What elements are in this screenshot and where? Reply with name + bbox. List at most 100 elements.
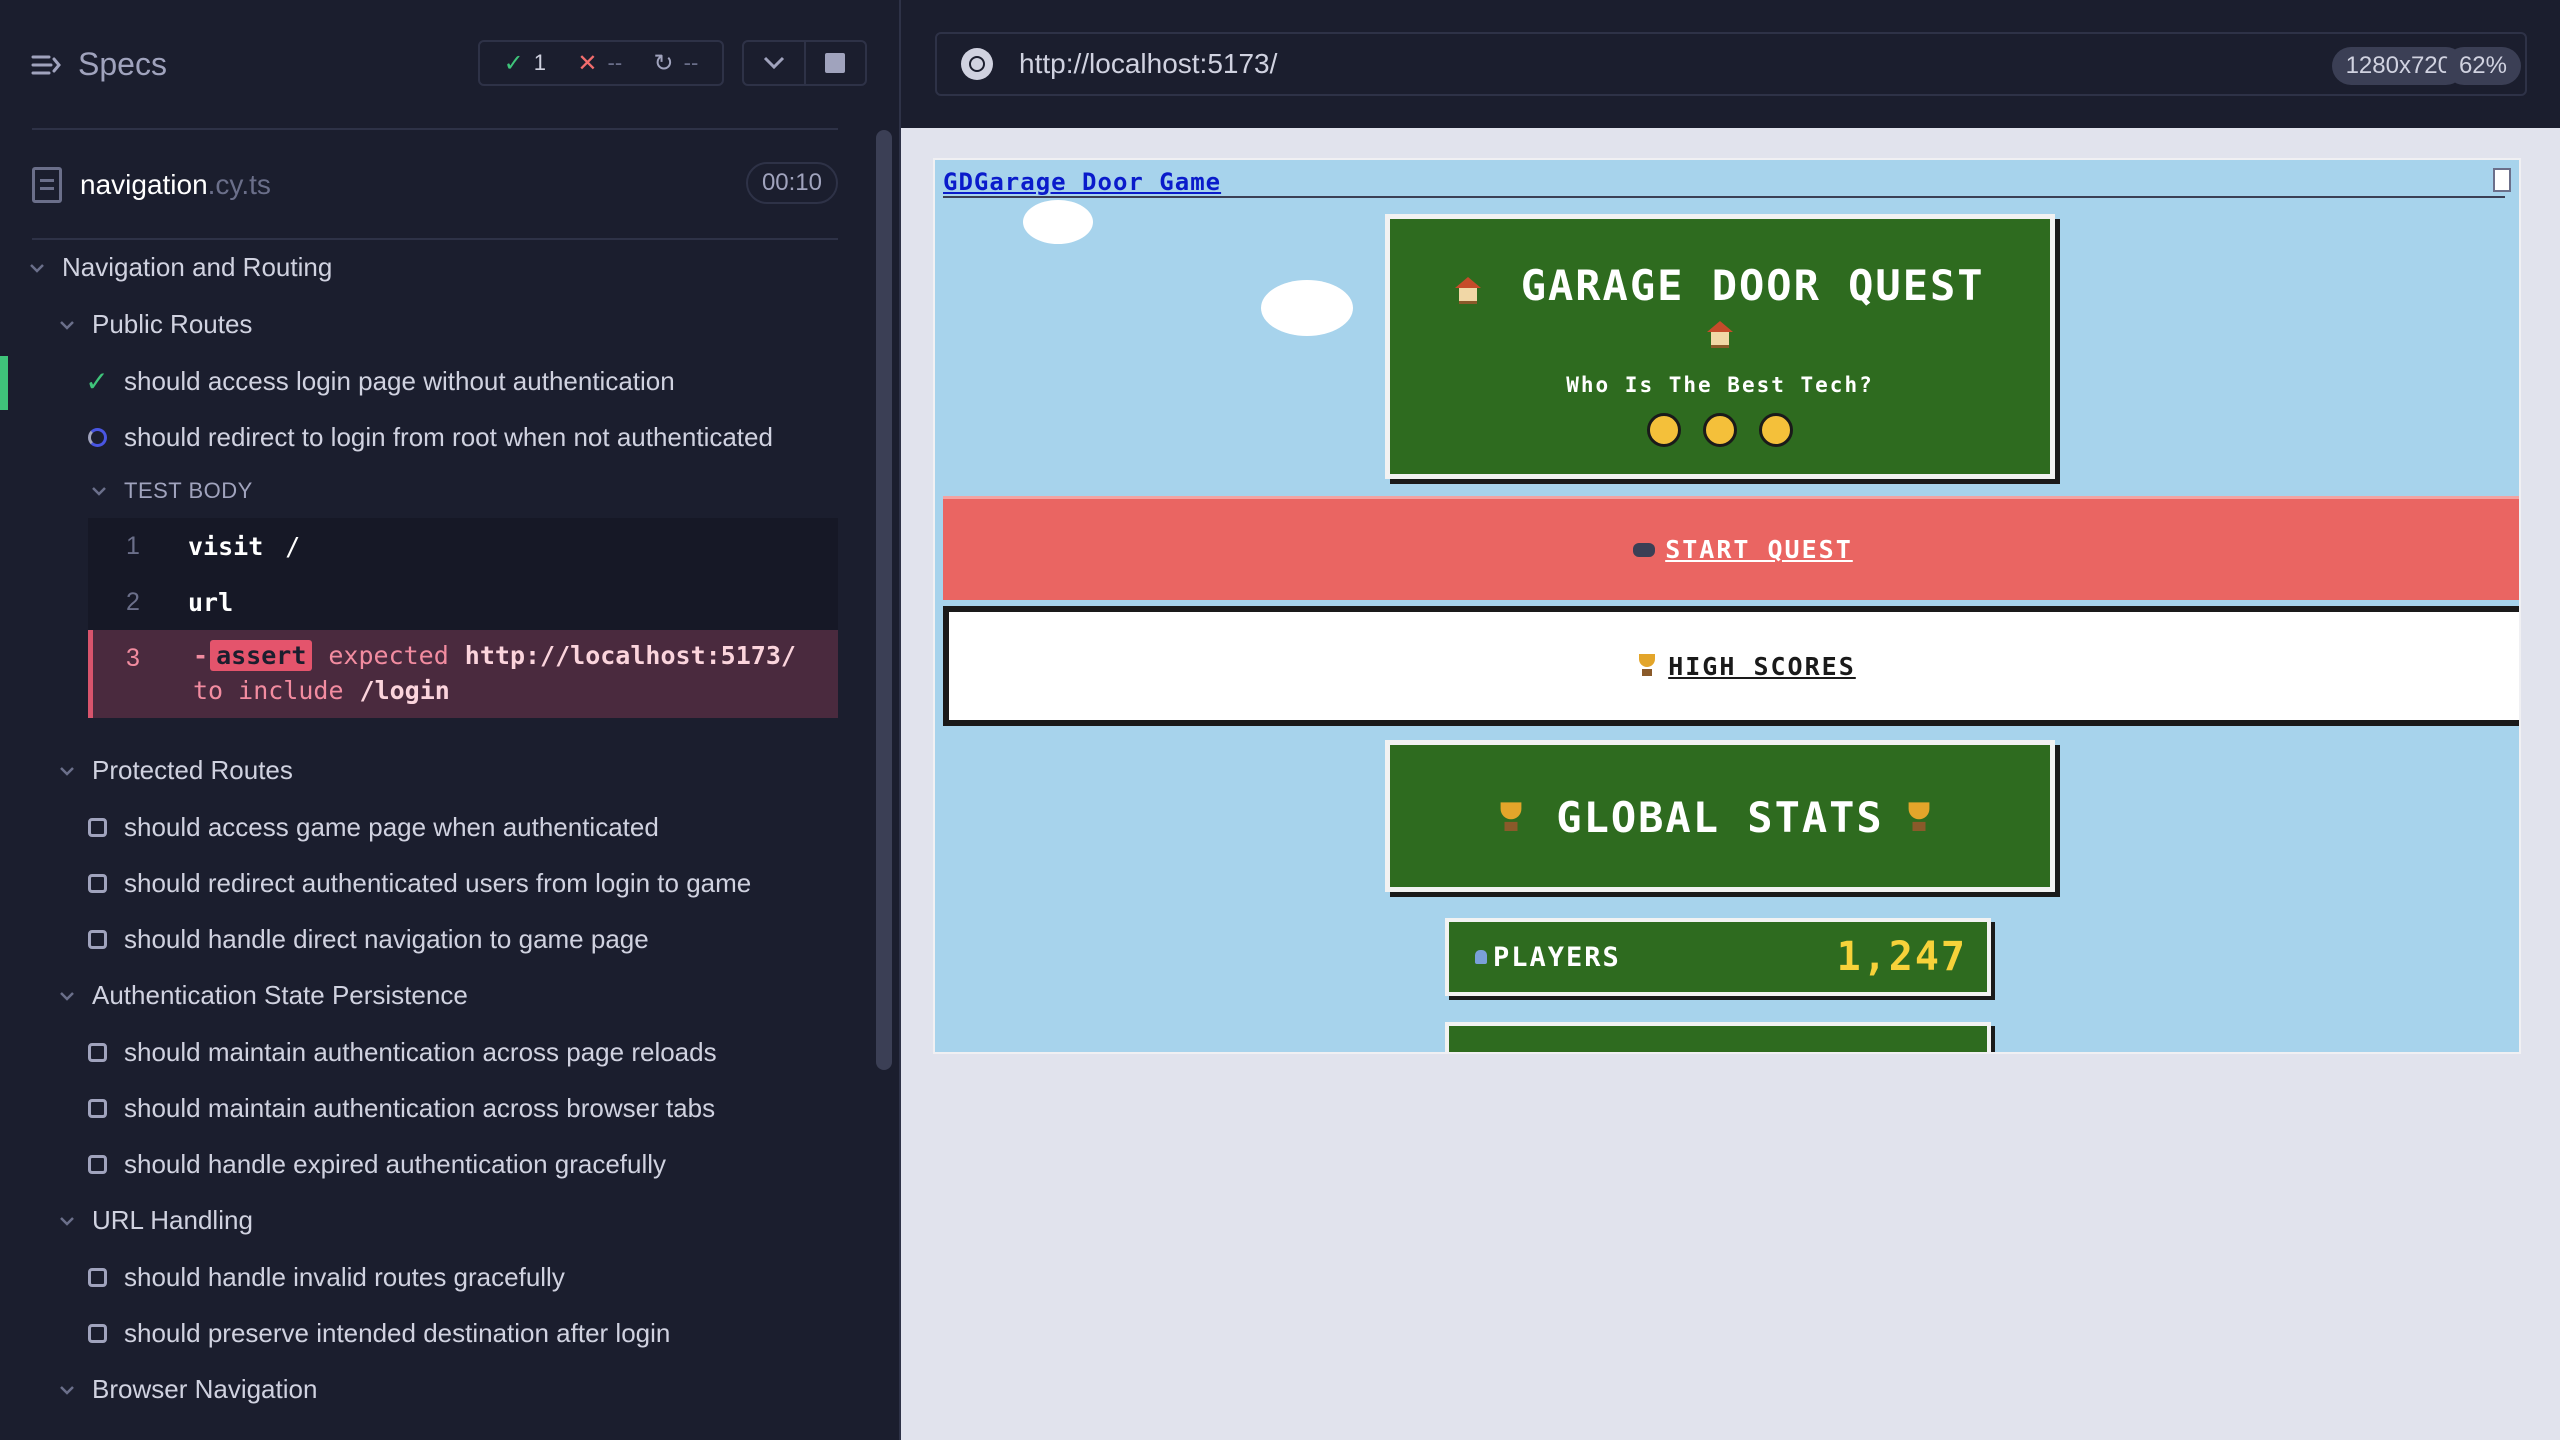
spec-file-ext: .cy.ts	[207, 169, 271, 200]
spec-duration: 00:10	[745, 162, 838, 204]
coin-icon	[1703, 413, 1737, 447]
global-stats-title: GLOBAL STATS	[1390, 793, 2050, 842]
assert-url: http://localhost:5173/	[464, 641, 796, 670]
chevron-down-icon	[58, 1381, 76, 1399]
suite-title: Navigation and Routing	[62, 252, 333, 282]
failed-count: ✕ --	[577, 49, 623, 77]
chevron-down-icon	[58, 1212, 76, 1230]
spinner-icon	[86, 427, 108, 449]
app-viewport: GDGarage Door Game GARAGE DOOR QUEST Who…	[933, 158, 2521, 1054]
site-header-rule	[943, 196, 2505, 198]
globe-icon	[961, 48, 993, 80]
test-redirect-authenticated[interactable]: should redirect authenticated users from…	[86, 868, 751, 899]
site-header-link[interactable]: GDGarage Door Game	[943, 168, 1221, 196]
cloud-decoration	[1023, 200, 1093, 244]
stop-button[interactable]	[806, 42, 866, 84]
test-body-label: TEST BODY	[124, 478, 253, 503]
group-public-routes[interactable]: Public Routes	[58, 309, 252, 340]
url-text: http://localhost:5173/	[1019, 48, 1278, 79]
command-row[interactable]: 1 visit /	[88, 518, 838, 574]
game-title: GARAGE DOOR QUEST	[1390, 261, 2050, 310]
command-number: 2	[126, 587, 140, 616]
test-title: should handle direct navigation to game …	[124, 924, 649, 954]
test-persist-reloads[interactable]: should maintain authentication across pa…	[86, 1037, 717, 1068]
test-redirect-root[interactable]: should redirect to login from root when …	[86, 422, 773, 453]
url-bar-area: http://localhost:5173/ 1280x720 62%	[901, 0, 2560, 128]
zoom-badge[interactable]: 62%	[2444, 47, 2521, 85]
coin-icon	[1759, 413, 1793, 447]
test-persist-tabs[interactable]: should maintain authentication across br…	[86, 1093, 715, 1124]
group-title: Authentication State Persistence	[92, 980, 468, 1010]
chevron-down-icon	[58, 762, 76, 780]
group-url-handling[interactable]: URL Handling	[58, 1205, 253, 1236]
command-name: visit	[188, 531, 264, 561]
test-expired-auth[interactable]: should handle expired authentication gra…	[86, 1149, 666, 1180]
reporter-scrollbar[interactable]	[876, 130, 892, 1070]
group-title: Public Routes	[92, 309, 253, 339]
command-arg: /	[285, 531, 301, 561]
assert-badge: assert	[210, 640, 313, 671]
test-stats: ✓ 1 ✕ -- ↻ --	[478, 40, 724, 86]
test-access-login[interactable]: ✓ should access login page without authe…	[85, 366, 675, 397]
players-stat-card: PLAYERS 1,247	[1445, 918, 1991, 996]
high-scores-button[interactable]: HIGH SCORES	[943, 606, 2519, 726]
command-name: url	[188, 587, 234, 617]
test-title: should redirect to login from root when …	[124, 422, 773, 452]
group-browser-navigation[interactable]: Browser Navigation	[58, 1374, 317, 1405]
test-preserve-destination[interactable]: should preserve intended destination aft…	[86, 1318, 670, 1349]
command-row[interactable]: 2 url	[88, 574, 838, 630]
test-title: should handle expired authentication gra…	[124, 1149, 667, 1179]
chevron-down-icon	[58, 987, 76, 1005]
trophy-icon	[1497, 801, 1526, 833]
group-protected-routes[interactable]: Protected Routes	[58, 755, 293, 786]
specs-toggle[interactable]: Specs	[30, 46, 167, 83]
assert-to-include: to include	[193, 676, 344, 705]
reporter-panel: Specs ✓ 1 ✕ -- ↻ -- navigation .cy.ts 00…	[0, 0, 899, 1440]
specs-label: Specs	[78, 46, 167, 82]
checkbox-icon	[86, 1323, 108, 1345]
test-body-toggle[interactable]: TEST BODY	[90, 478, 253, 504]
cloud-decoration	[1261, 280, 1353, 336]
test-title: should maintain authentication across pa…	[124, 1037, 717, 1067]
reporter-header: Specs ✓ 1 ✕ -- ↻ --	[0, 0, 899, 130]
url-bar[interactable]: http://localhost:5173/ 1280x720 62%	[935, 32, 2527, 96]
broken-image-icon	[2493, 168, 2511, 192]
document-icon	[32, 167, 62, 203]
test-title: should redirect authenticated users from…	[124, 868, 752, 898]
house-icon	[1455, 276, 1482, 304]
group-auth-persistence[interactable]: Authentication State Persistence	[58, 980, 468, 1011]
command-log: 1 visit / 2 url	[88, 518, 838, 630]
game-subtitle: Who Is The Best Tech?	[1566, 373, 1874, 397]
passed-count: ✓ 1	[503, 49, 547, 77]
house-icon	[1707, 321, 1733, 348]
test-title: should access login page without authent…	[124, 366, 675, 396]
test-title: should maintain authentication across br…	[124, 1093, 716, 1123]
spec-file-row[interactable]: navigation .cy.ts 00:10	[32, 162, 838, 208]
test-access-game[interactable]: should access game page when authenticat…	[86, 812, 659, 843]
checkbox-icon	[86, 1154, 108, 1176]
trophy-icon	[1636, 654, 1658, 678]
group-title: Protected Routes	[92, 755, 293, 785]
expand-toggle-button[interactable]	[744, 42, 806, 84]
group-title: URL Handling	[92, 1205, 253, 1235]
test-invalid-routes[interactable]: should handle invalid routes gracefully	[86, 1262, 565, 1293]
chevron-down-icon	[28, 259, 46, 277]
pass-indicator	[0, 356, 8, 410]
checkbox-icon	[86, 817, 108, 839]
specs-menu-icon	[31, 55, 61, 74]
players-label: PLAYERS	[1475, 942, 1621, 973]
checkbox-icon	[86, 1098, 108, 1120]
chevron-down-icon	[58, 316, 76, 334]
start-quest-button[interactable]: START QUEST	[943, 496, 2519, 600]
test-direct-navigation[interactable]: should handle direct navigation to game …	[86, 924, 649, 955]
pending-count: ↻ --	[653, 49, 699, 77]
test-title: should access game page when authenticat…	[124, 812, 659, 842]
checkbox-icon	[86, 1042, 108, 1064]
suite-navigation-routing[interactable]: Navigation and Routing	[28, 252, 332, 283]
failed-assert-row[interactable]: 3 - assert expected http://localhost:517…	[88, 630, 838, 718]
command-number: 3	[126, 644, 140, 672]
trophy-icon	[1904, 801, 1933, 833]
coin-icon	[1647, 413, 1681, 447]
app-under-test: http://localhost:5173/ 1280x720 62% GDGa…	[901, 0, 2560, 1440]
gamepad-icon	[1633, 542, 1656, 557]
